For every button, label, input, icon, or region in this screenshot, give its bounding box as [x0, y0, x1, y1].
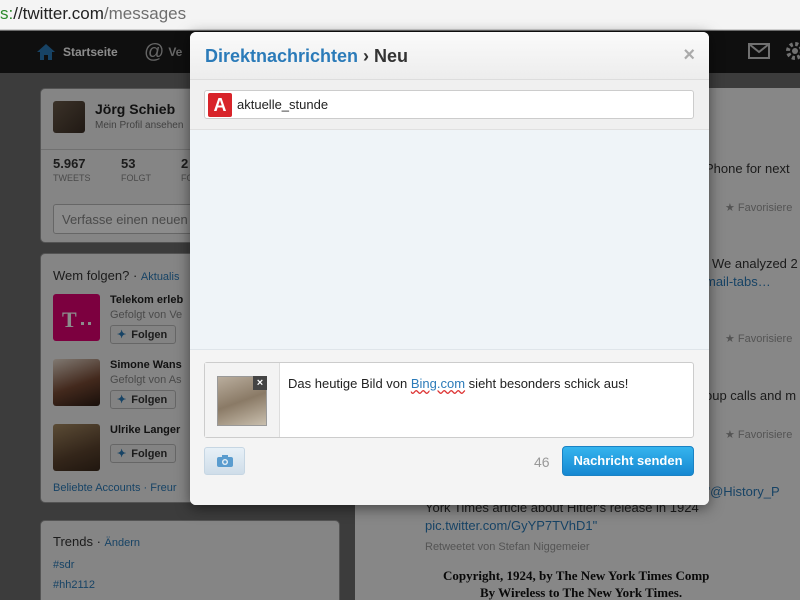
browser-url-bar[interactable]: s://twitter.com/messages [0, 0, 800, 30]
add-photo-button[interactable] [204, 447, 245, 475]
message-text-part: sieht besonders schick aus! [465, 376, 629, 391]
url-path: /messages [103, 4, 187, 23]
recipient-field[interactable]: A aktuelle_stunde [204, 90, 694, 119]
direct-message-dialog: Direktnachrichten › Neu × A aktuelle_stu… [190, 32, 709, 505]
url-scheme: s: [0, 4, 14, 23]
breadcrumb[interactable]: Direktnachrichten [205, 46, 358, 66]
message-composer: × Das heutige Bild von Bing.com sieht be… [190, 350, 709, 505]
character-counter: 46 [534, 454, 550, 470]
attachment-area: × [205, 363, 280, 437]
remove-image-icon[interactable]: × [253, 376, 267, 390]
url-text[interactable]: s://twitter.com/messages [0, 4, 186, 24]
message-text-part: Das heutige Bild von [288, 376, 411, 391]
url-host: //twitter.com [13, 4, 104, 23]
message-text[interactable]: Das heutige Bild von Bing.com sieht beso… [288, 376, 628, 391]
dialog-title: Direktnachrichten › Neu [205, 46, 408, 67]
breadcrumb-separator: › [358, 46, 375, 66]
send-message-button[interactable]: Nachricht senden [562, 446, 694, 476]
recipient-area: A aktuelle_stunde [190, 80, 709, 130]
recipient-avatar: A [208, 93, 232, 117]
message-input[interactable]: × Das heutige Bild von Bing.com sieht be… [204, 362, 694, 438]
page-title: Neu [374, 46, 409, 66]
message-link[interactable]: Bing.com [411, 376, 465, 391]
camera-icon [217, 455, 233, 467]
close-icon[interactable]: × [683, 44, 695, 67]
recipient-name: aktuelle_stunde [237, 97, 329, 112]
message-thread [190, 130, 709, 350]
dialog-header: Direktnachrichten › Neu × [190, 32, 709, 80]
